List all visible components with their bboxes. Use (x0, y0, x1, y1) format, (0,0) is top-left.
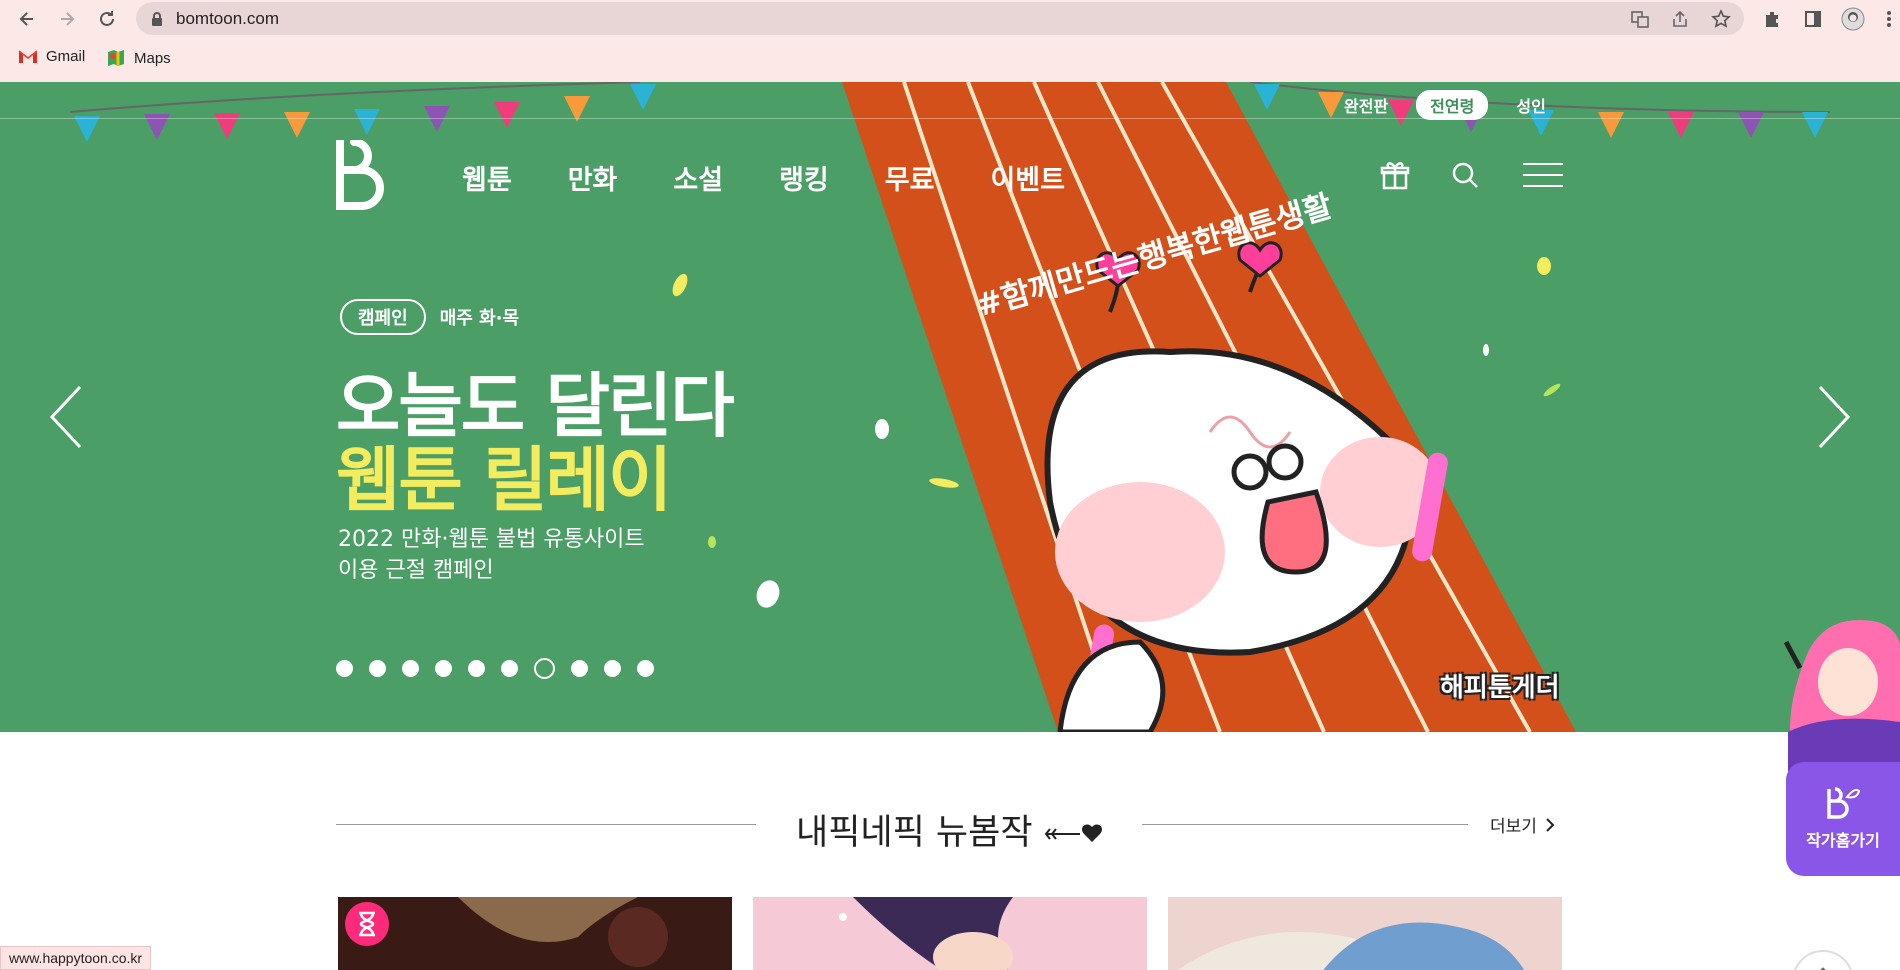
banner-headline-line2: 웹툰 릴레이 (336, 439, 672, 521)
author-home-button[interactable]: 작가홈가기 (1786, 762, 1900, 876)
carousel-dot[interactable] (637, 660, 654, 677)
carousel-next-button[interactable] (1804, 372, 1864, 462)
browser-menu-icon[interactable] (1876, 6, 1900, 32)
bookmark-gmail[interactable]: Gmail (18, 48, 85, 65)
carousel-dot[interactable] (369, 660, 386, 677)
wait-free-hourglass-icon (345, 902, 389, 946)
author-home-label: 작가홈가기 (1806, 831, 1880, 850)
nav-free[interactable]: 무료 (885, 158, 935, 197)
section-divider-right (1142, 824, 1468, 825)
chevron-right-icon (1546, 817, 1555, 832)
banner-subtitle-line1: 2022 만화·웹툰 불법 유통사이트 (338, 527, 645, 552)
campaign-tag-row: 캠페인 매주 화·목 (340, 299, 519, 335)
rating-filter: 완전판 전연령 성인 (1330, 90, 1560, 120)
share-icon[interactable] (1670, 9, 1690, 29)
maps-icon (108, 50, 124, 66)
section-divider-left (336, 824, 756, 825)
lock-icon (152, 12, 162, 26)
banner-subtitle-line2: 이용 근절 캠페인 (338, 558, 494, 583)
rating-all-ages[interactable]: 전연령 (1416, 90, 1489, 120)
carousel-dot[interactable] (435, 660, 452, 677)
carousel-dot[interactable] (336, 660, 353, 677)
forward-button[interactable] (52, 4, 82, 34)
reload-button[interactable] (92, 4, 122, 34)
carousel-pagination (336, 658, 654, 679)
more-label: 더보기 (1490, 817, 1537, 837)
scroll-top-button[interactable] (1792, 950, 1854, 970)
nav-ranking[interactable]: 랭킹 (779, 158, 829, 197)
more-link[interactable]: 더보기 (1490, 812, 1555, 837)
search-icon[interactable] (1448, 158, 1482, 192)
carousel-dot[interactable] (402, 660, 419, 677)
back-button[interactable] (12, 4, 42, 34)
carousel-dot[interactable] (501, 660, 518, 677)
forward-arrow-icon (61, 12, 75, 26)
browser-chrome: bomtoon.com Gmail Maps (0, 0, 1900, 82)
url-text: bomtoon.com (176, 9, 279, 28)
arrow-up-icon (1820, 967, 1826, 970)
webtoon-card[interactable] (1168, 897, 1562, 970)
webtoon-card[interactable] (753, 897, 1147, 970)
section-title-text: 내픽네픽 뉴봄작 (796, 813, 1033, 853)
browser-toolbar: bomtoon.com (0, 0, 1900, 38)
chevron-left-icon (49, 385, 82, 449)
rating-adult[interactable]: 성인 (1502, 90, 1559, 120)
nav-event[interactable]: 이벤트 (990, 158, 1065, 197)
webtoon-thumbnail (1168, 897, 1562, 970)
bookmark-label: Maps (134, 49, 171, 67)
carousel-dot[interactable] (604, 660, 621, 677)
author-character-illustration (1783, 620, 1900, 772)
translate-icon[interactable] (1630, 9, 1650, 29)
bomtoon-logo[interactable] (336, 140, 384, 210)
address-bar[interactable]: bomtoon.com (136, 2, 1744, 35)
gmail-icon (18, 50, 38, 63)
bookmark-maps[interactable]: Maps (106, 48, 171, 68)
bookmark-label: Gmail (46, 48, 86, 65)
extensions-icon[interactable] (1759, 6, 1785, 32)
profile-avatar[interactable] (1840, 6, 1866, 32)
nav-webtoon[interactable]: 웹툰 (462, 158, 512, 197)
status-bar-url: www.happytoon.co.kr (0, 946, 152, 970)
carousel-dot[interactable] (468, 660, 485, 677)
bomtoon-b-icon (1827, 787, 1861, 819)
webtoon-thumbnail (753, 897, 1147, 970)
top-divider (0, 118, 1900, 119)
carousel-prev-button[interactable] (36, 372, 96, 462)
arrow-heart-icon (1044, 824, 1102, 842)
carousel-dot[interactable] (534, 658, 555, 679)
section-header: 내픽네픽 뉴봄작 더보기 (336, 804, 1564, 853)
banner-subtitle: 2022 만화·웹툰 불법 유통사이트 이용 근절 캠페인 (338, 524, 645, 586)
hamburger-menu-icon[interactable] (1522, 158, 1564, 192)
happytoongether-logo: 해피툰게더 (1440, 673, 1560, 703)
carousel-dot[interactable] (571, 660, 588, 677)
chevron-right-icon (1818, 385, 1851, 449)
nav-novel[interactable]: 소설 (673, 158, 723, 197)
rating-full[interactable]: 완전판 (1330, 90, 1402, 120)
nav-comics[interactable]: 만화 (568, 158, 618, 197)
bookmark-star-icon[interactable] (1711, 9, 1731, 29)
page-content: 완전판 전연령 성인 웹툰 만화 소설 랭킹 무료 이벤트 캠페인 매주 화·목 (0, 82, 1900, 970)
campaign-schedule: 매주 화·목 (439, 308, 520, 329)
main-navigation: 웹툰 만화 소설 랭킹 무료 이벤트 (462, 158, 1065, 197)
side-panel-icon[interactable] (1800, 6, 1826, 32)
bookmarks-bar: Gmail Maps (0, 44, 1900, 74)
campaign-badge: 캠페인 (340, 299, 426, 335)
gift-icon[interactable] (1378, 158, 1412, 192)
webtoon-thumbnail (338, 897, 732, 970)
section-title: 내픽네픽 뉴봄작 (796, 804, 1104, 855)
webtoon-card[interactable] (338, 897, 732, 970)
back-arrow-icon (19, 12, 33, 26)
reload-icon (100, 11, 114, 26)
hero-banner[interactable]: 완전판 전연령 성인 웹툰 만화 소설 랭킹 무료 이벤트 캠페인 매주 화·목 (0, 82, 1900, 732)
